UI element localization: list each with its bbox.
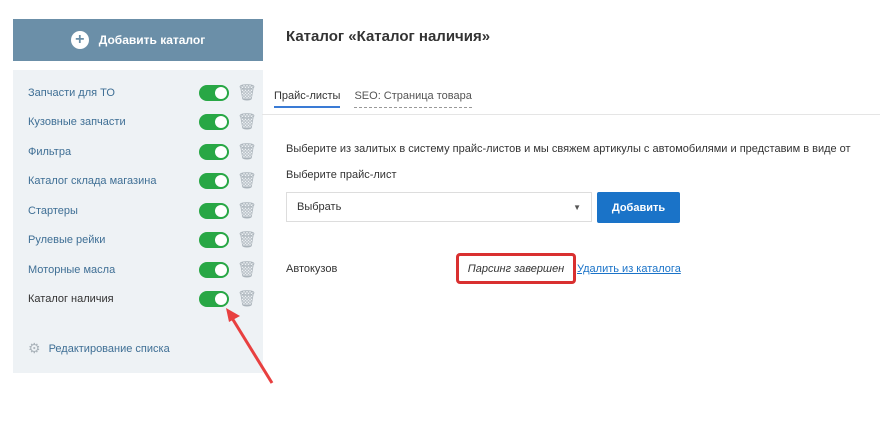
annotation-arrow (226, 308, 274, 384)
